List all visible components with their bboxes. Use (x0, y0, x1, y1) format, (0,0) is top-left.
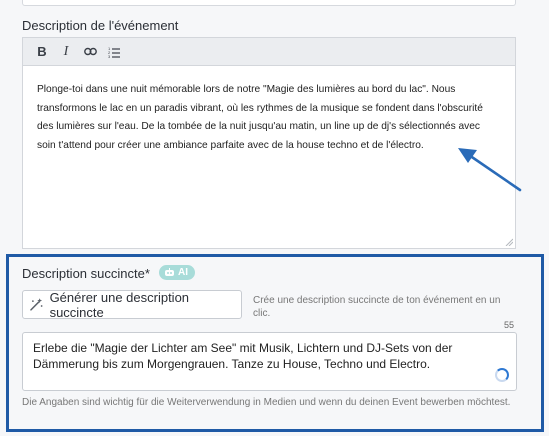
resize-handle-icon[interactable] (505, 238, 513, 246)
bold-button[interactable]: B (32, 42, 52, 62)
numbered-list-icon[interactable]: 1 2 3 (104, 42, 124, 62)
generate-hint: Crée une description succincte de ton év… (253, 295, 501, 319)
description-label: Description de l'événement (22, 18, 179, 33)
page: Description de l'événement B I 1 2 3 Plo… (0, 0, 549, 436)
magic-wand-icon (30, 298, 43, 311)
description-text[interactable]: Plonge-toi dans une nuit mémorable lors … (23, 66, 515, 155)
robot-icon (165, 268, 174, 276)
char-counter: 55 (504, 320, 515, 330)
previous-field-bottom (22, 0, 516, 6)
editor-toolbar: B I 1 2 3 (23, 38, 515, 66)
italic-button[interactable]: I (56, 42, 76, 62)
annotation-arrow-icon (458, 148, 522, 192)
short-description-textarea[interactable]: Erlebe die "Magie der Lichter am See" mi… (22, 332, 517, 391)
short-description-value: Erlebe die "Magie der Lichter am See" mi… (33, 341, 453, 371)
svg-text:3: 3 (108, 54, 111, 58)
link-icon[interactable] (80, 42, 100, 62)
ai-badge-label: AI (178, 267, 188, 278)
help-text: Die Angaben sind wichtig für die Weiterv… (22, 397, 511, 408)
short-description-section: Description succincte* AI Générer une de… (6, 254, 544, 432)
generate-short-description-button[interactable]: Générer une description succincte (22, 289, 242, 320)
description-editor[interactable]: B I 1 2 3 Plonge-toi dans une nuit mémor… (22, 37, 516, 249)
ai-badge: AI (159, 265, 195, 280)
loading-spinner-icon (495, 368, 509, 382)
short-description-label: Description succincte* (22, 266, 150, 281)
generate-button-label: Générer une description succincte (49, 289, 190, 320)
